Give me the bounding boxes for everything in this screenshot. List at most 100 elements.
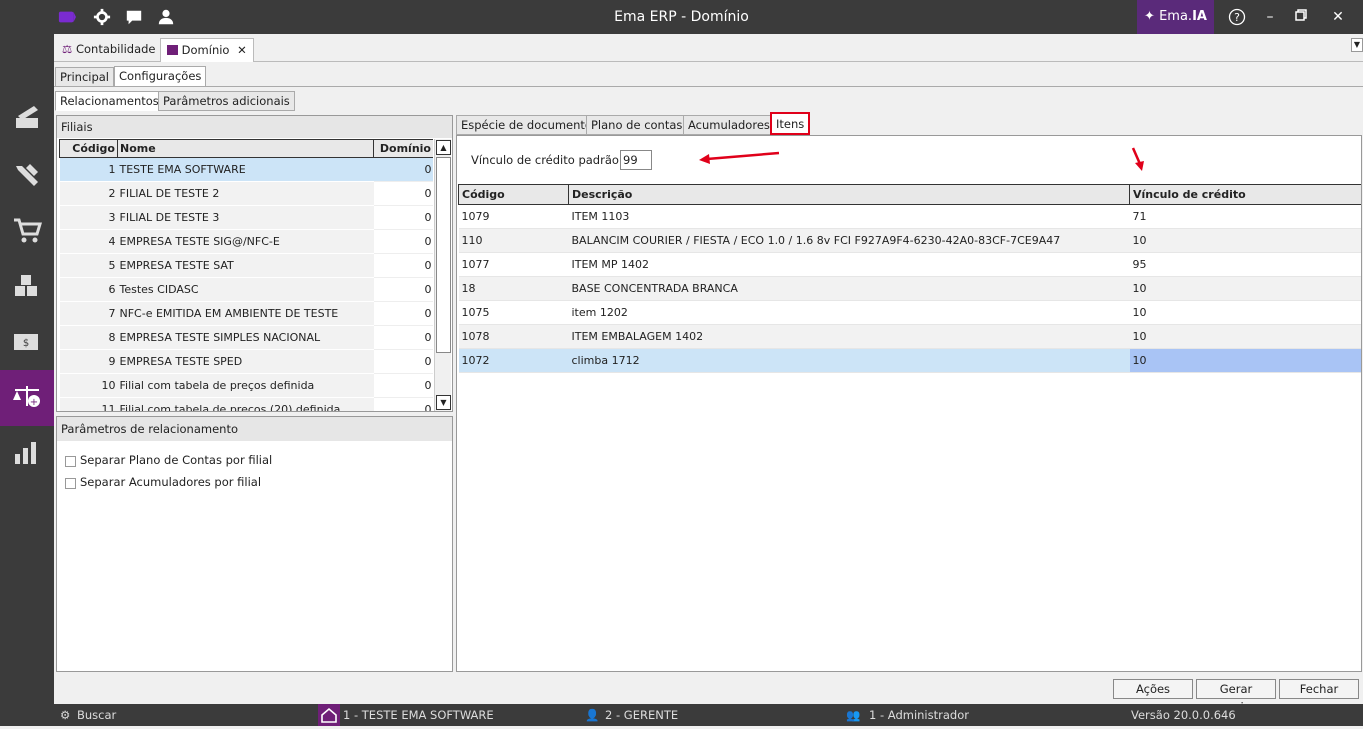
svg-text:?: ?	[1234, 11, 1240, 24]
cell-vinculo-credito[interactable]: 10	[1129, 348, 1361, 373]
sidebar-item-contabilidade[interactable]: +	[0, 370, 54, 426]
ema-ia-button[interactable]: ✦ Ema.IA	[1137, 0, 1214, 34]
cell-vinculo-credito[interactable]: 10	[1129, 324, 1361, 349]
chevron-down-icon[interactable]: ▼	[1351, 38, 1363, 52]
table-row[interactable]: 1079 ITEM 1103 71	[458, 204, 1361, 229]
separar-acumuladores-checkbox[interactable]	[65, 478, 76, 489]
title-bar: Ema ERP - Domínio ✦ Ema.IA ? – ✕	[0, 0, 1363, 34]
gerar-arquivo-button[interactable]: Gerar arquivo	[1196, 679, 1276, 714]
table-row[interactable]: 2 FILIAL DE TESTE 20	[59, 181, 433, 206]
col-nome[interactable]: Nome	[117, 139, 374, 158]
perfil-label: 2 - GERENTE	[605, 708, 679, 722]
empresa-label[interactable]: 1 - TESTE EMA SOFTWARE	[343, 708, 494, 722]
table-row[interactable]: 6 Testes CIDASC 0	[59, 277, 433, 302]
sidebar-item-relatorios[interactable]	[0, 426, 54, 482]
table-row[interactable]: 1077 ITEM MP 1402 95	[458, 252, 1361, 277]
sidebar-item-estoque[interactable]	[0, 258, 54, 314]
tab-parametros-adicionais[interactable]: Parâmetros adicionais	[158, 91, 295, 111]
col-codigo[interactable]: Código	[458, 184, 569, 205]
table-row[interactable]: 1072 climba 1712 10	[458, 348, 1361, 373]
sparkle-icon: ✦	[1144, 9, 1155, 24]
cell-codigo: 1072	[458, 348, 569, 373]
cell-nome: EMPRESA TESTE SPED	[117, 349, 374, 374]
table-row[interactable]: 8 EMPRESA TESTE SIMPLES NACIONAL 0	[59, 325, 433, 350]
cell-dominio[interactable]: 0	[373, 181, 433, 206]
sidebar-item-tools[interactable]	[0, 146, 54, 202]
vinculo-padrao-input[interactable]: 99	[620, 150, 652, 170]
tab-dominio[interactable]: Domínio ✕	[160, 38, 254, 62]
parametros-title: Parâmetros de relacionamento	[57, 417, 452, 441]
cell-dominio[interactable]: 0	[373, 157, 433, 182]
versao-label: Versão 20.0.0.646	[1131, 708, 1236, 722]
col-dominio[interactable]: Domínio	[373, 139, 433, 158]
acoes-button[interactable]: Ações	[1113, 679, 1193, 699]
filiais-panel: Filiais Código Nome Domínio 1 TESTE EMA S…	[56, 115, 453, 412]
sidebar-item-notas[interactable]	[0, 90, 54, 146]
table-row[interactable]: 110 BALANCIM COURIER / FIESTA / ECO 1.0 /…	[458, 228, 1361, 253]
cell-nome: Testes CIDASC	[117, 277, 374, 302]
filiais-scrollbar[interactable]: ▲ ▼	[434, 139, 451, 411]
separar-plano-checkbox[interactable]	[65, 456, 76, 467]
tab-relacionamentos[interactable]: Relacionamentos	[55, 91, 164, 111]
table-row[interactable]: 5 EMPRESA TESTE SAT 0	[59, 253, 433, 278]
tab-configuracoes[interactable]: Configurações	[114, 66, 207, 87]
close-window-icon[interactable]: ✕	[1328, 8, 1348, 26]
cell-descricao: BASE CONCENTRADA BRANCA	[568, 276, 1130, 301]
scale-icon: ⚖	[62, 42, 73, 56]
table-row[interactable]: 3 FILIAL DE TESTE 30	[59, 205, 433, 230]
help-icon[interactable]: ?	[1227, 8, 1247, 26]
close-tab-icon[interactable]: ✕	[237, 43, 247, 57]
tab-acumuladores[interactable]: Acumuladores	[683, 115, 775, 135]
cell-dominio[interactable]: 0	[373, 325, 433, 350]
table-row[interactable]: 7 NFC-e EMITIDA EM AMBIENTE DE TESTE 0	[59, 301, 433, 326]
cell-dominio[interactable]: 0	[373, 349, 433, 374]
table-row[interactable]: 1078 ITEM EMBALAGEM 1402 10	[458, 324, 1361, 349]
tab-plano-contas[interactable]: Plano de contas	[586, 115, 688, 135]
filiais-grid: Código Nome Domínio 1 TESTE EMA SOFTWARE 0…	[59, 139, 433, 411]
cell-vinculo-credito[interactable]: 10	[1129, 300, 1361, 325]
scroll-down-icon[interactable]: ▼	[436, 395, 451, 410]
search-icon[interactable]: ⚙	[60, 708, 70, 722]
scroll-up-icon[interactable]: ▲	[436, 140, 451, 155]
cell-codigo: 4	[59, 229, 118, 254]
tab-especie-documento[interactable]: Espécie de documento	[456, 115, 597, 135]
tab-itens[interactable]: Itens	[770, 112, 811, 135]
vinculo-padrao-label: Vínculo de crédito padrão	[471, 153, 619, 167]
cell-dominio[interactable]: 0	[373, 253, 433, 278]
table-row[interactable]: 11 Filial com tabela de preços (20) defin…	[59, 397, 433, 411]
itens-grid: Código Descrição Vínculo de crédito 1079…	[458, 184, 1361, 374]
sidebar-item-financeiro[interactable]: $	[0, 314, 54, 370]
tab-contabilidade[interactable]: ⚖ Contabilidade	[56, 38, 162, 62]
fechar-button[interactable]: Fechar	[1279, 679, 1359, 699]
cell-dominio[interactable]: 0	[373, 301, 433, 326]
col-codigo[interactable]: Código	[59, 139, 118, 158]
table-row[interactable]: 10 Filial com tabela de preços definida 0	[59, 373, 433, 398]
cell-dominio[interactable]: 0	[373, 373, 433, 398]
cell-codigo: 18	[458, 276, 569, 301]
cell-dominio[interactable]: 0	[373, 205, 433, 230]
sidebar-item-compras[interactable]	[0, 202, 54, 258]
home-icon[interactable]	[318, 704, 340, 726]
cell-dominio[interactable]: 0	[373, 229, 433, 254]
table-row[interactable]: 18 BASE CONCENTRADA BRANCA 10	[458, 276, 1361, 301]
col-vinculo-credito[interactable]: Vínculo de crédito	[1129, 184, 1361, 205]
cell-vinculo-credito[interactable]: 10	[1129, 228, 1361, 253]
table-row[interactable]: 4 EMPRESA TESTE SIG@/NFC-E 0	[59, 229, 433, 254]
scroll-thumb[interactable]	[436, 157, 451, 353]
separar-plano-label: Separar Plano de Contas por filial	[80, 453, 273, 467]
buscar-label[interactable]: Buscar	[77, 708, 116, 722]
table-row[interactable]: 1 TESTE EMA SOFTWARE 0	[59, 157, 433, 182]
ema-ia-label: Ema.	[1159, 9, 1193, 24]
cell-vinculo-credito[interactable]: 95	[1129, 252, 1361, 277]
red-arrow-left-annotation	[699, 151, 780, 164]
minimize-icon[interactable]: –	[1260, 8, 1280, 26]
col-descricao[interactable]: Descrição	[568, 184, 1130, 205]
cell-dominio[interactable]: 0	[373, 397, 433, 411]
maximize-icon[interactable]	[1291, 8, 1311, 26]
table-row[interactable]: 9 EMPRESA TESTE SPED 0	[59, 349, 433, 374]
tab-principal[interactable]: Principal	[55, 67, 115, 87]
cell-vinculo-credito[interactable]: 10	[1129, 276, 1361, 301]
cell-vinculo-credito[interactable]: 71	[1129, 204, 1361, 229]
cell-dominio[interactable]: 0	[373, 277, 433, 302]
table-row[interactable]: 1075 item 1202 10	[458, 300, 1361, 325]
